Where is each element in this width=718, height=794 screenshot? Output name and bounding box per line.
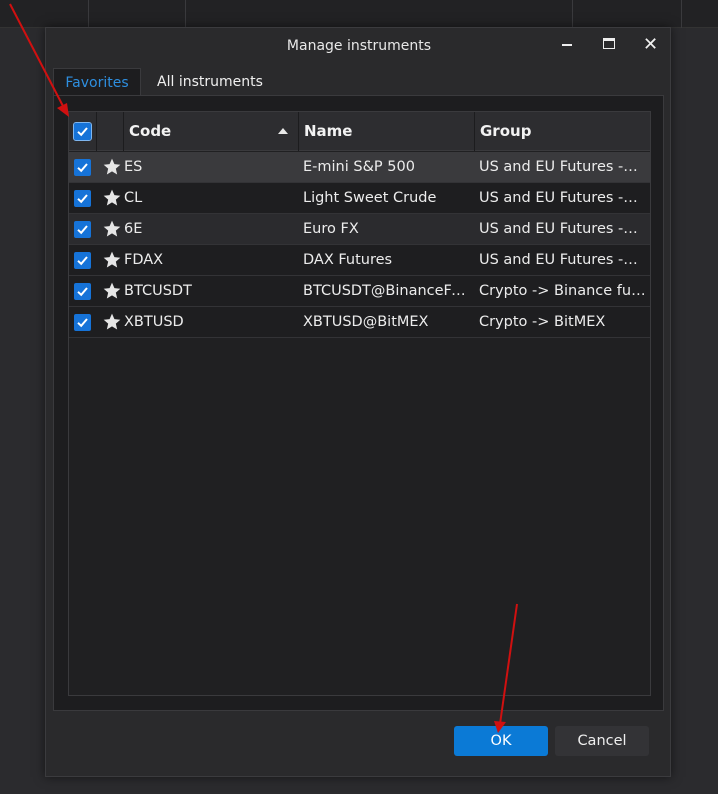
column-header-name-label: Name — [304, 122, 353, 140]
star-icon[interactable] — [102, 250, 122, 270]
checkmark-icon — [77, 318, 88, 328]
cell-code: 6E — [124, 221, 143, 237]
maximize-button[interactable] — [595, 34, 623, 56]
cell-group: Crypto -> Binance futu... — [479, 283, 647, 299]
tab-all-instruments[interactable]: All instruments — [145, 68, 275, 96]
cell-code: CL — [124, 190, 143, 206]
star-icon[interactable] — [102, 281, 122, 301]
row-checkbox[interactable] — [74, 314, 91, 331]
background-separator — [185, 0, 186, 28]
cell-group: US and EU Futures -> E... — [479, 252, 647, 268]
minimize-button[interactable] — [553, 34, 581, 56]
maximize-icon — [603, 38, 615, 49]
background-separator — [572, 0, 573, 28]
star-icon[interactable] — [102, 219, 122, 239]
table-row[interactable]: ES E-mini S&P 500 US and EU Futures -> E… — [69, 152, 650, 183]
close-button[interactable]: ✕ — [637, 34, 665, 56]
table-header: Code Name Group — [69, 112, 650, 151]
table-row[interactable]: CL Light Sweet Crude US and EU Futures -… — [69, 183, 650, 214]
cell-name: XBTUSD@BitMEX — [303, 314, 429, 330]
checkmark-icon — [77, 225, 88, 235]
table-row[interactable]: 6E Euro FX US and EU Futures -> FX — [69, 214, 650, 245]
cell-name: Light Sweet Crude — [303, 190, 437, 206]
column-header-group-label: Group — [480, 122, 532, 140]
checkmark-icon — [77, 163, 88, 173]
cell-group: Crypto -> BitMEX — [479, 314, 606, 330]
background-toolbar — [0, 0, 718, 28]
star-icon[interactable] — [102, 188, 122, 208]
instruments-table: Code Name Group ES E-mini S&P 500 US and… — [68, 111, 651, 696]
header-select-all[interactable] — [69, 112, 97, 151]
header-favorite — [97, 112, 124, 151]
row-checkbox[interactable] — [74, 283, 91, 300]
cell-code: ES — [124, 159, 143, 175]
minimize-icon — [562, 44, 572, 46]
star-icon[interactable] — [102, 157, 122, 177]
cell-code: FDAX — [124, 252, 164, 268]
background-separator — [681, 0, 682, 28]
cell-code: XBTUSD — [124, 314, 184, 330]
background-separator — [88, 0, 89, 28]
table-row[interactable]: BTCUSDT BTCUSDT@BinanceFutu... Crypto ->… — [69, 276, 650, 307]
column-header-name[interactable]: Name — [299, 112, 475, 151]
column-header-code-label: Code — [129, 122, 172, 140]
cell-name: E-mini S&P 500 — [303, 159, 415, 175]
table-row[interactable]: XBTUSD XBTUSD@BitMEX Crypto -> BitMEX — [69, 307, 650, 338]
table-row[interactable]: FDAX DAX Futures US and EU Futures -> E.… — [69, 245, 650, 276]
checkmark-icon — [77, 127, 88, 137]
cell-name: BTCUSDT@BinanceFutu... — [303, 283, 471, 299]
cancel-button[interactable]: Cancel — [555, 726, 649, 756]
manage-instruments-dialog: Manage instruments ✕ Favorites All instr… — [45, 27, 671, 777]
cell-name: DAX Futures — [303, 252, 393, 268]
row-checkbox[interactable] — [74, 221, 91, 238]
tab-favorites[interactable]: Favorites — [53, 68, 141, 96]
row-checkbox[interactable] — [74, 190, 91, 207]
select-all-checkbox[interactable] — [73, 122, 92, 141]
checkmark-icon — [77, 256, 88, 266]
close-icon: ✕ — [643, 34, 659, 55]
cell-name: Euro FX — [303, 221, 359, 237]
cell-group: US and EU Futures -> E... — [479, 159, 647, 175]
cell-code: BTCUSDT — [124, 283, 192, 299]
column-header-group[interactable]: Group — [475, 112, 650, 151]
ok-button[interactable]: OK — [454, 726, 548, 756]
cell-group: US and EU Futures -> E... — [479, 190, 647, 206]
cell-group: US and EU Futures -> FX — [479, 221, 647, 237]
checkmark-icon — [77, 287, 88, 297]
column-header-code[interactable]: Code — [124, 112, 299, 151]
row-checkbox[interactable] — [74, 159, 91, 176]
sort-ascending-icon — [278, 128, 288, 134]
row-checkbox[interactable] — [74, 252, 91, 269]
checkmark-icon — [77, 194, 88, 204]
favorites-panel: Code Name Group ES E-mini S&P 500 US and… — [53, 95, 664, 711]
star-icon[interactable] — [102, 312, 122, 332]
